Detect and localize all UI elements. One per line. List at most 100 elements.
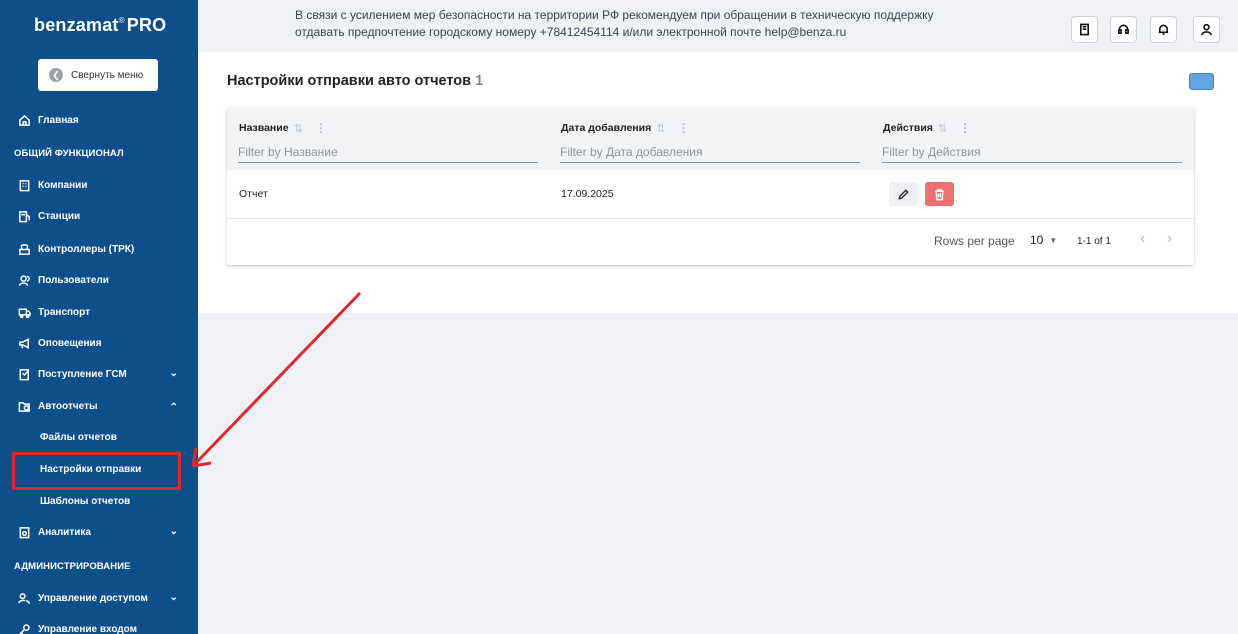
pencil-icon (898, 188, 909, 200)
profile-button[interactable] (1193, 16, 1220, 43)
column-menu-icon[interactable]: ⋮ (315, 121, 327, 135)
headset-icon (1118, 24, 1129, 35)
sidebar-item-autoreports[interactable]: Автоотчеты ⌃ (0, 394, 198, 418)
column-label: Дата добавления (561, 122, 652, 134)
column-menu-icon[interactable]: ⋮ (959, 121, 971, 135)
arrow-left-icon: ❮ (49, 68, 63, 82)
sidebar-item-label: Управление доступом (38, 592, 148, 604)
sidebar-item-label: Поступление ГСМ (38, 368, 127, 380)
sidebar-item-login[interactable]: Управление входом (0, 617, 198, 634)
add-button[interactable] (1189, 73, 1214, 90)
clock-folder-icon (17, 399, 31, 413)
column-label: Действия (883, 122, 933, 134)
collapse-menu-label: Свернуть меню (71, 69, 144, 81)
main-content: Настройки отправки авто отчетов 1 Названи… (198, 52, 1238, 313)
sidebar-item-companies[interactable]: Компании (0, 173, 198, 197)
key-icon (17, 622, 31, 634)
table-header: Название ⇅ ⋮ Дата добавления ⇅ ⋮ Действи… (227, 108, 1194, 170)
pagination-range: 1-1 of 1 (1077, 236, 1111, 247)
sidebar-item-notifications[interactable]: Оповещения (0, 331, 198, 355)
chevron-down-icon: ⌄ (169, 368, 178, 379)
sidebar-subitem-report-templates[interactable]: Шаблоны отчетов (40, 496, 130, 507)
collapse-menu-button[interactable]: ❮ Свернуть меню (38, 59, 158, 91)
sidebar-item-transport[interactable]: Транспорт (0, 300, 198, 324)
filter-actions-input[interactable] (882, 141, 1182, 163)
rows-per-page-label: Rows per page (934, 234, 1015, 248)
controller-icon (17, 242, 31, 256)
chevron-down-icon: ⌄ (169, 526, 178, 537)
home-icon (17, 113, 31, 127)
sidebar-item-analytics[interactable]: Аналитика ⌄ (0, 520, 198, 544)
page-title: Настройки отправки авто отчетов 1 (227, 73, 483, 89)
book-icon (1079, 23, 1090, 36)
sidebar-item-label: Аналитика (38, 526, 91, 538)
sidebar-subitem-report-files[interactable]: Файлы отчетов (40, 432, 117, 443)
user-key-icon (17, 591, 31, 605)
sidebar-item-label: Управление входом (38, 623, 138, 634)
docs-button[interactable] (1071, 16, 1098, 43)
chevron-right-icon: › (1167, 230, 1173, 247)
notifications-button[interactable] (1150, 16, 1177, 43)
bell-icon (1158, 24, 1169, 35)
section-general-heading: ОБЩИЙ ФУНКЦИОНАЛ (14, 148, 124, 159)
filter-date-input[interactable] (560, 141, 860, 163)
sidebar-item-label: Компании (38, 179, 88, 191)
next-page-button[interactable]: › (1167, 230, 1172, 248)
prev-page-button[interactable]: ‹ (1140, 230, 1145, 248)
sidebar-item-users[interactable]: Пользователи (0, 268, 198, 292)
sidebar: benzamat® PRO ❮ Свернуть меню Главная ОБЩ… (0, 0, 198, 634)
page-title-text: Настройки отправки авто отчетов (227, 73, 472, 89)
sidebar-item-access[interactable]: Управление доступом ⌄ (0, 586, 198, 610)
sidebar-item-home[interactable]: Главная (0, 108, 198, 132)
chevron-left-icon: ‹ (1140, 230, 1146, 247)
security-notice: В связи с усилением мер безопасности на … (295, 7, 955, 41)
brand-logo[interactable]: benzamat® PRO (34, 15, 166, 36)
sidebar-item-label: Пользователи (38, 274, 109, 286)
brand-mark: ® (118, 16, 125, 25)
sort-icon[interactable]: ⇅ (938, 122, 947, 135)
notice-line: В связи с усилением мер безопасности на … (295, 8, 934, 22)
section-admin-heading: АДМИНИСТРИРОВАНИЕ (14, 561, 131, 572)
users-icon (17, 273, 31, 287)
rows-per-page-select[interactable]: 10 ▼ (1030, 233, 1057, 247)
column-header-name[interactable]: Название ⇅ ⋮ (239, 121, 327, 135)
sort-icon[interactable]: ⇅ (656, 122, 665, 135)
filter-name-input[interactable] (238, 141, 538, 163)
brand-suffix: PRO (126, 15, 167, 35)
highlight-frame (12, 452, 181, 490)
chevron-up-icon: ⌃ (169, 402, 178, 413)
column-header-actions[interactable]: Действия ⇅ ⋮ (883, 121, 971, 135)
delete-button[interactable] (925, 182, 954, 206)
megaphone-icon (17, 336, 31, 350)
column-menu-icon[interactable]: ⋮ (677, 121, 689, 135)
rows-per-page-value: 10 (1030, 233, 1044, 247)
edit-button[interactable] (889, 182, 918, 206)
sidebar-item-fuel-receipt[interactable]: Поступление ГСМ ⌄ (0, 362, 198, 386)
support-button[interactable] (1110, 16, 1137, 43)
sidebar-item-stations[interactable]: Станции (0, 204, 198, 228)
top-bar: В связи с усилением мер безопасности на … (198, 0, 1238, 52)
sidebar-item-controllers[interactable]: Контроллеры (ТРК) (0, 237, 198, 261)
sort-icon[interactable]: ⇅ (294, 122, 303, 135)
brand-name: benzamat (34, 15, 119, 35)
user-icon (1201, 23, 1212, 36)
reports-table: Название ⇅ ⋮ Дата добавления ⇅ ⋮ Действи… (227, 108, 1194, 265)
trash-icon (935, 188, 944, 200)
analytics-icon (17, 525, 31, 539)
column-header-date[interactable]: Дата добавления ⇅ ⋮ (561, 121, 689, 135)
receipt-icon (17, 367, 31, 381)
page-title-count: 1 (475, 73, 484, 89)
table-row[interactable]: Отчет 17.09.2025 (227, 170, 1194, 219)
truck-icon (17, 305, 31, 319)
sidebar-item-label: Главная (38, 114, 79, 126)
station-icon (17, 209, 31, 223)
sidebar-item-label: Станции (38, 210, 81, 222)
cell-name: Отчет (239, 188, 268, 200)
sidebar-item-label: Автоотчеты (38, 400, 98, 412)
notice-line: отдавать предпочтение городскому номеру … (295, 25, 847, 39)
chevron-down-icon: ⌄ (169, 592, 178, 603)
sidebar-item-label: Оповещения (38, 337, 102, 349)
sidebar-item-label: Контроллеры (ТРК) (38, 243, 135, 255)
building-icon (17, 178, 31, 192)
column-label: Название (239, 122, 289, 134)
